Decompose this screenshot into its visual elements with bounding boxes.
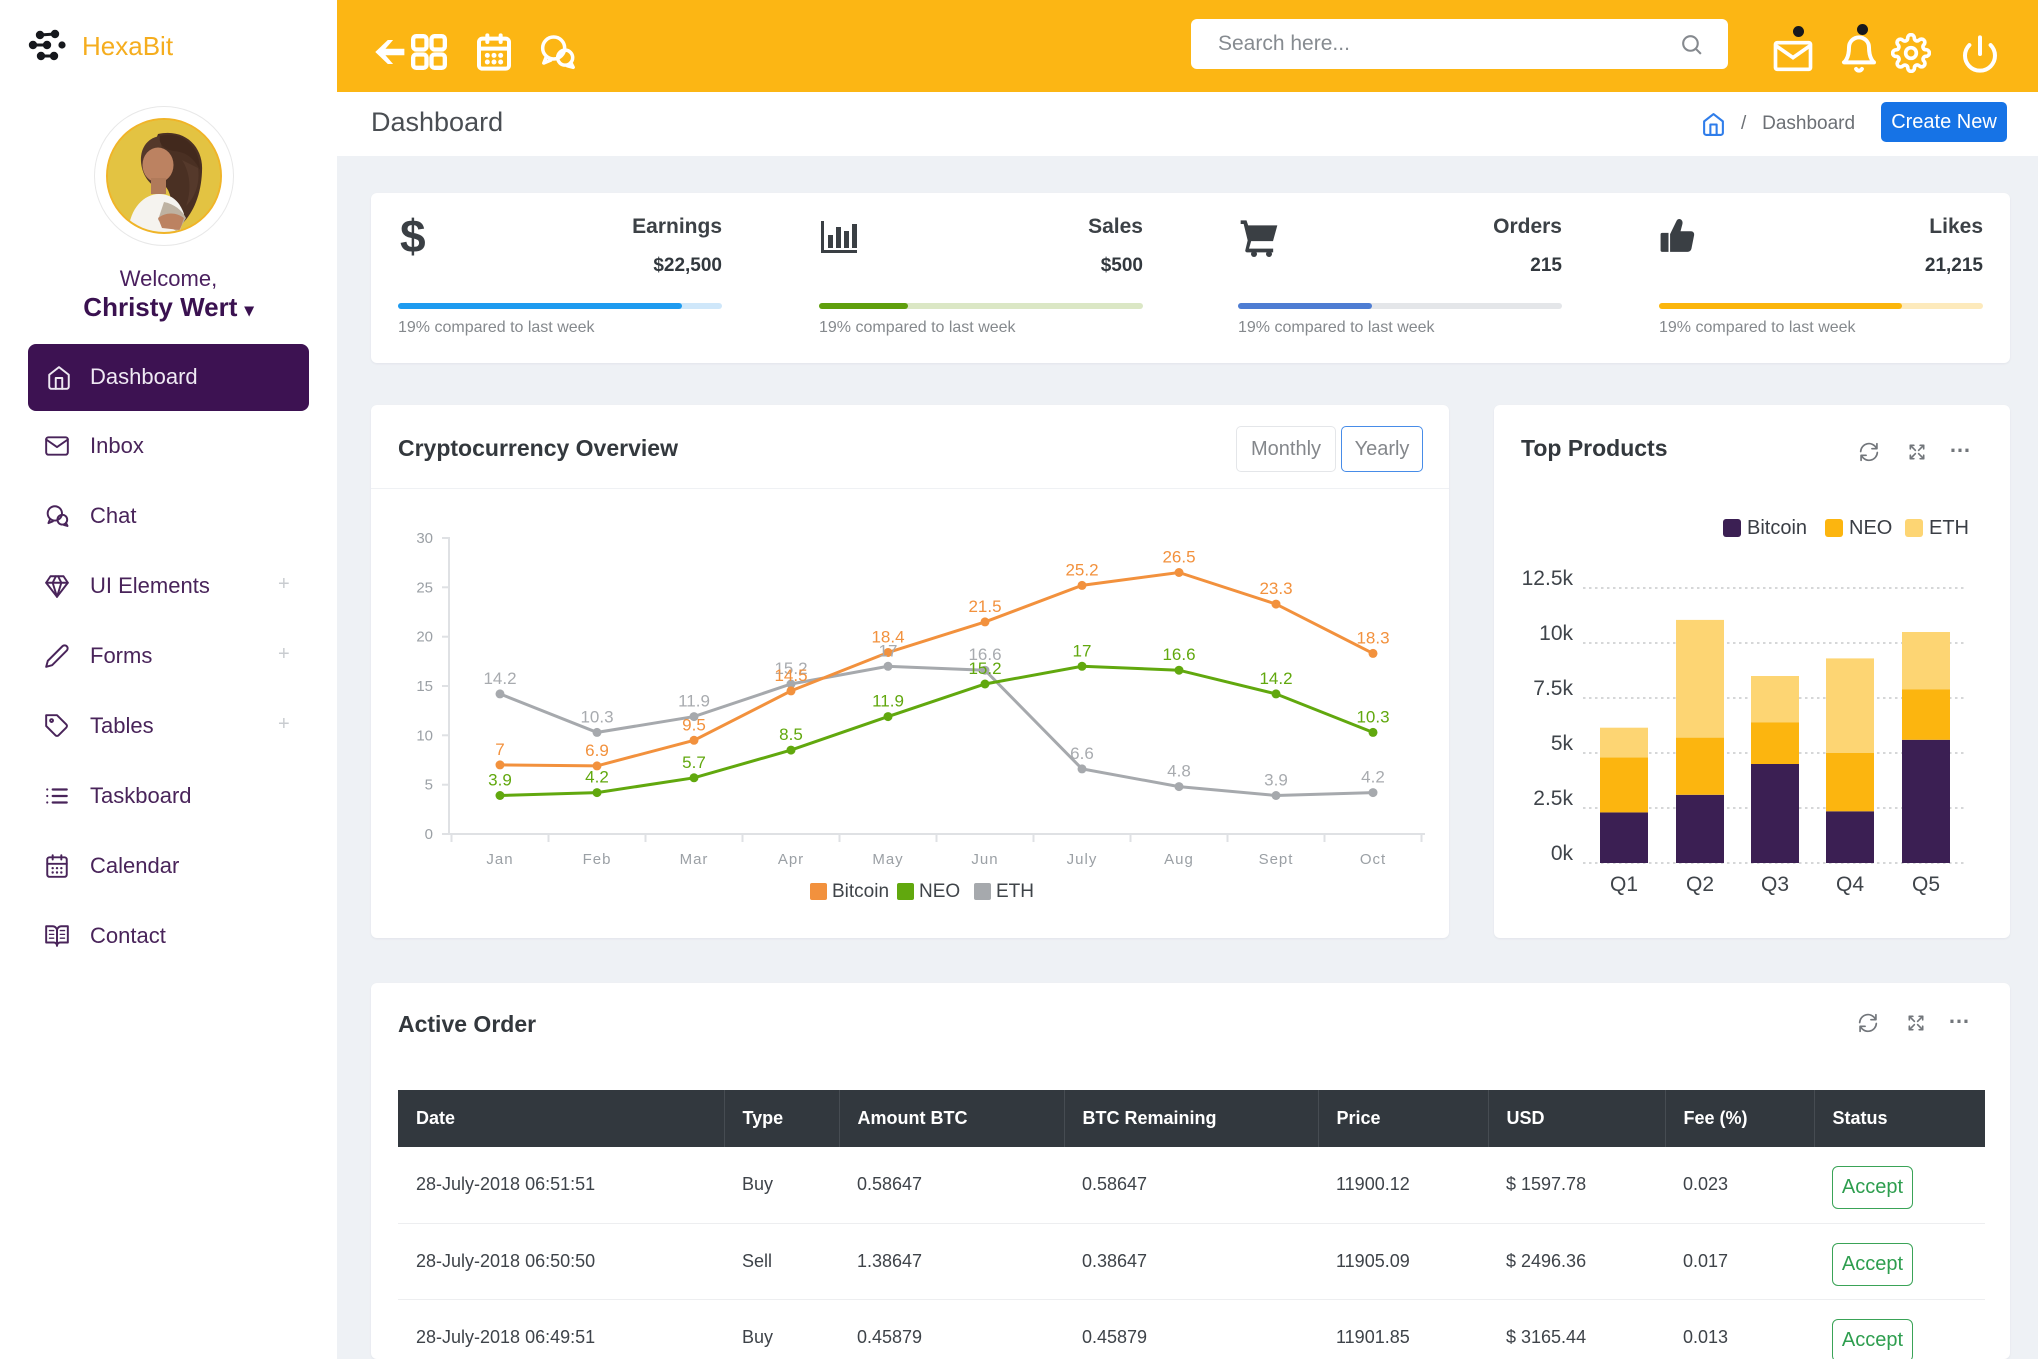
svg-text:ETH: ETH xyxy=(996,881,1034,902)
svg-text:18.3: 18.3 xyxy=(1356,628,1389,647)
svg-text:11.9: 11.9 xyxy=(678,692,710,711)
svg-text:0k: 0k xyxy=(1551,842,1574,865)
svg-text:5k: 5k xyxy=(1551,732,1574,755)
svg-text:5: 5 xyxy=(425,777,433,794)
svg-text:Oct: Oct xyxy=(1360,851,1386,868)
svg-text:Sept: Sept xyxy=(1259,851,1294,868)
svg-text:23.3: 23.3 xyxy=(1259,579,1292,598)
svg-text:10: 10 xyxy=(416,727,433,744)
svg-text:Aug: Aug xyxy=(1164,851,1194,868)
svg-text:14.2: 14.2 xyxy=(1259,669,1292,688)
svg-text:May: May xyxy=(872,851,903,868)
svg-text:9.5: 9.5 xyxy=(682,715,706,734)
svg-text:7: 7 xyxy=(495,740,504,759)
svg-text:4.2: 4.2 xyxy=(585,768,609,787)
svg-text:12.5k: 12.5k xyxy=(1522,567,1574,590)
svg-text:5.7: 5.7 xyxy=(682,753,706,772)
svg-text:16.6: 16.6 xyxy=(1162,645,1195,664)
svg-text:4.2: 4.2 xyxy=(1361,768,1385,787)
svg-text:NEO: NEO xyxy=(1849,517,1892,539)
svg-text:8.5: 8.5 xyxy=(779,725,803,744)
svg-text:15: 15 xyxy=(416,678,433,695)
svg-text:3.9: 3.9 xyxy=(488,771,512,790)
svg-text:7.5k: 7.5k xyxy=(1533,677,1573,700)
svg-text:15.2: 15.2 xyxy=(968,659,1001,678)
svg-text:26.5: 26.5 xyxy=(1162,548,1195,567)
svg-text:6.9: 6.9 xyxy=(585,741,609,760)
svg-text:Jun: Jun xyxy=(971,851,998,868)
svg-text:Bitcoin: Bitcoin xyxy=(832,881,889,902)
svg-text:3.9: 3.9 xyxy=(1264,771,1288,790)
svg-text:10k: 10k xyxy=(1539,622,1573,645)
svg-text:25.2: 25.2 xyxy=(1065,560,1098,579)
svg-text:Bitcoin: Bitcoin xyxy=(1747,517,1807,539)
svg-text:Q5: Q5 xyxy=(1912,873,1940,896)
svg-text:20: 20 xyxy=(416,629,433,646)
svg-text:Q1: Q1 xyxy=(1610,873,1638,896)
svg-text:17: 17 xyxy=(1073,641,1092,660)
svg-text:Q4: Q4 xyxy=(1836,873,1864,896)
svg-text:14.5: 14.5 xyxy=(774,666,807,685)
svg-text:11.9: 11.9 xyxy=(872,692,904,711)
svg-text:Q2: Q2 xyxy=(1686,873,1714,896)
svg-text:Jan: Jan xyxy=(486,851,513,868)
svg-text:18.4: 18.4 xyxy=(871,628,904,647)
svg-text:Feb: Feb xyxy=(583,851,612,868)
svg-text:0: 0 xyxy=(425,826,433,843)
svg-text:14.2: 14.2 xyxy=(483,669,516,688)
svg-text:ETH: ETH xyxy=(1929,517,1969,539)
svg-text:30: 30 xyxy=(416,530,433,547)
svg-text:21.5: 21.5 xyxy=(968,597,1001,616)
svg-text:July: July xyxy=(1067,851,1098,868)
svg-text:Q3: Q3 xyxy=(1761,873,1789,896)
svg-text:10.3: 10.3 xyxy=(580,707,613,726)
svg-text:Mar: Mar xyxy=(680,851,709,868)
svg-text:4.8: 4.8 xyxy=(1167,762,1191,781)
svg-text:10.3: 10.3 xyxy=(1356,707,1389,726)
svg-text:NEO: NEO xyxy=(919,881,960,902)
svg-text:6.6: 6.6 xyxy=(1070,744,1094,763)
svg-text:2.5k: 2.5k xyxy=(1533,787,1573,810)
svg-text:Apr: Apr xyxy=(778,851,804,868)
svg-text:25: 25 xyxy=(416,579,433,596)
